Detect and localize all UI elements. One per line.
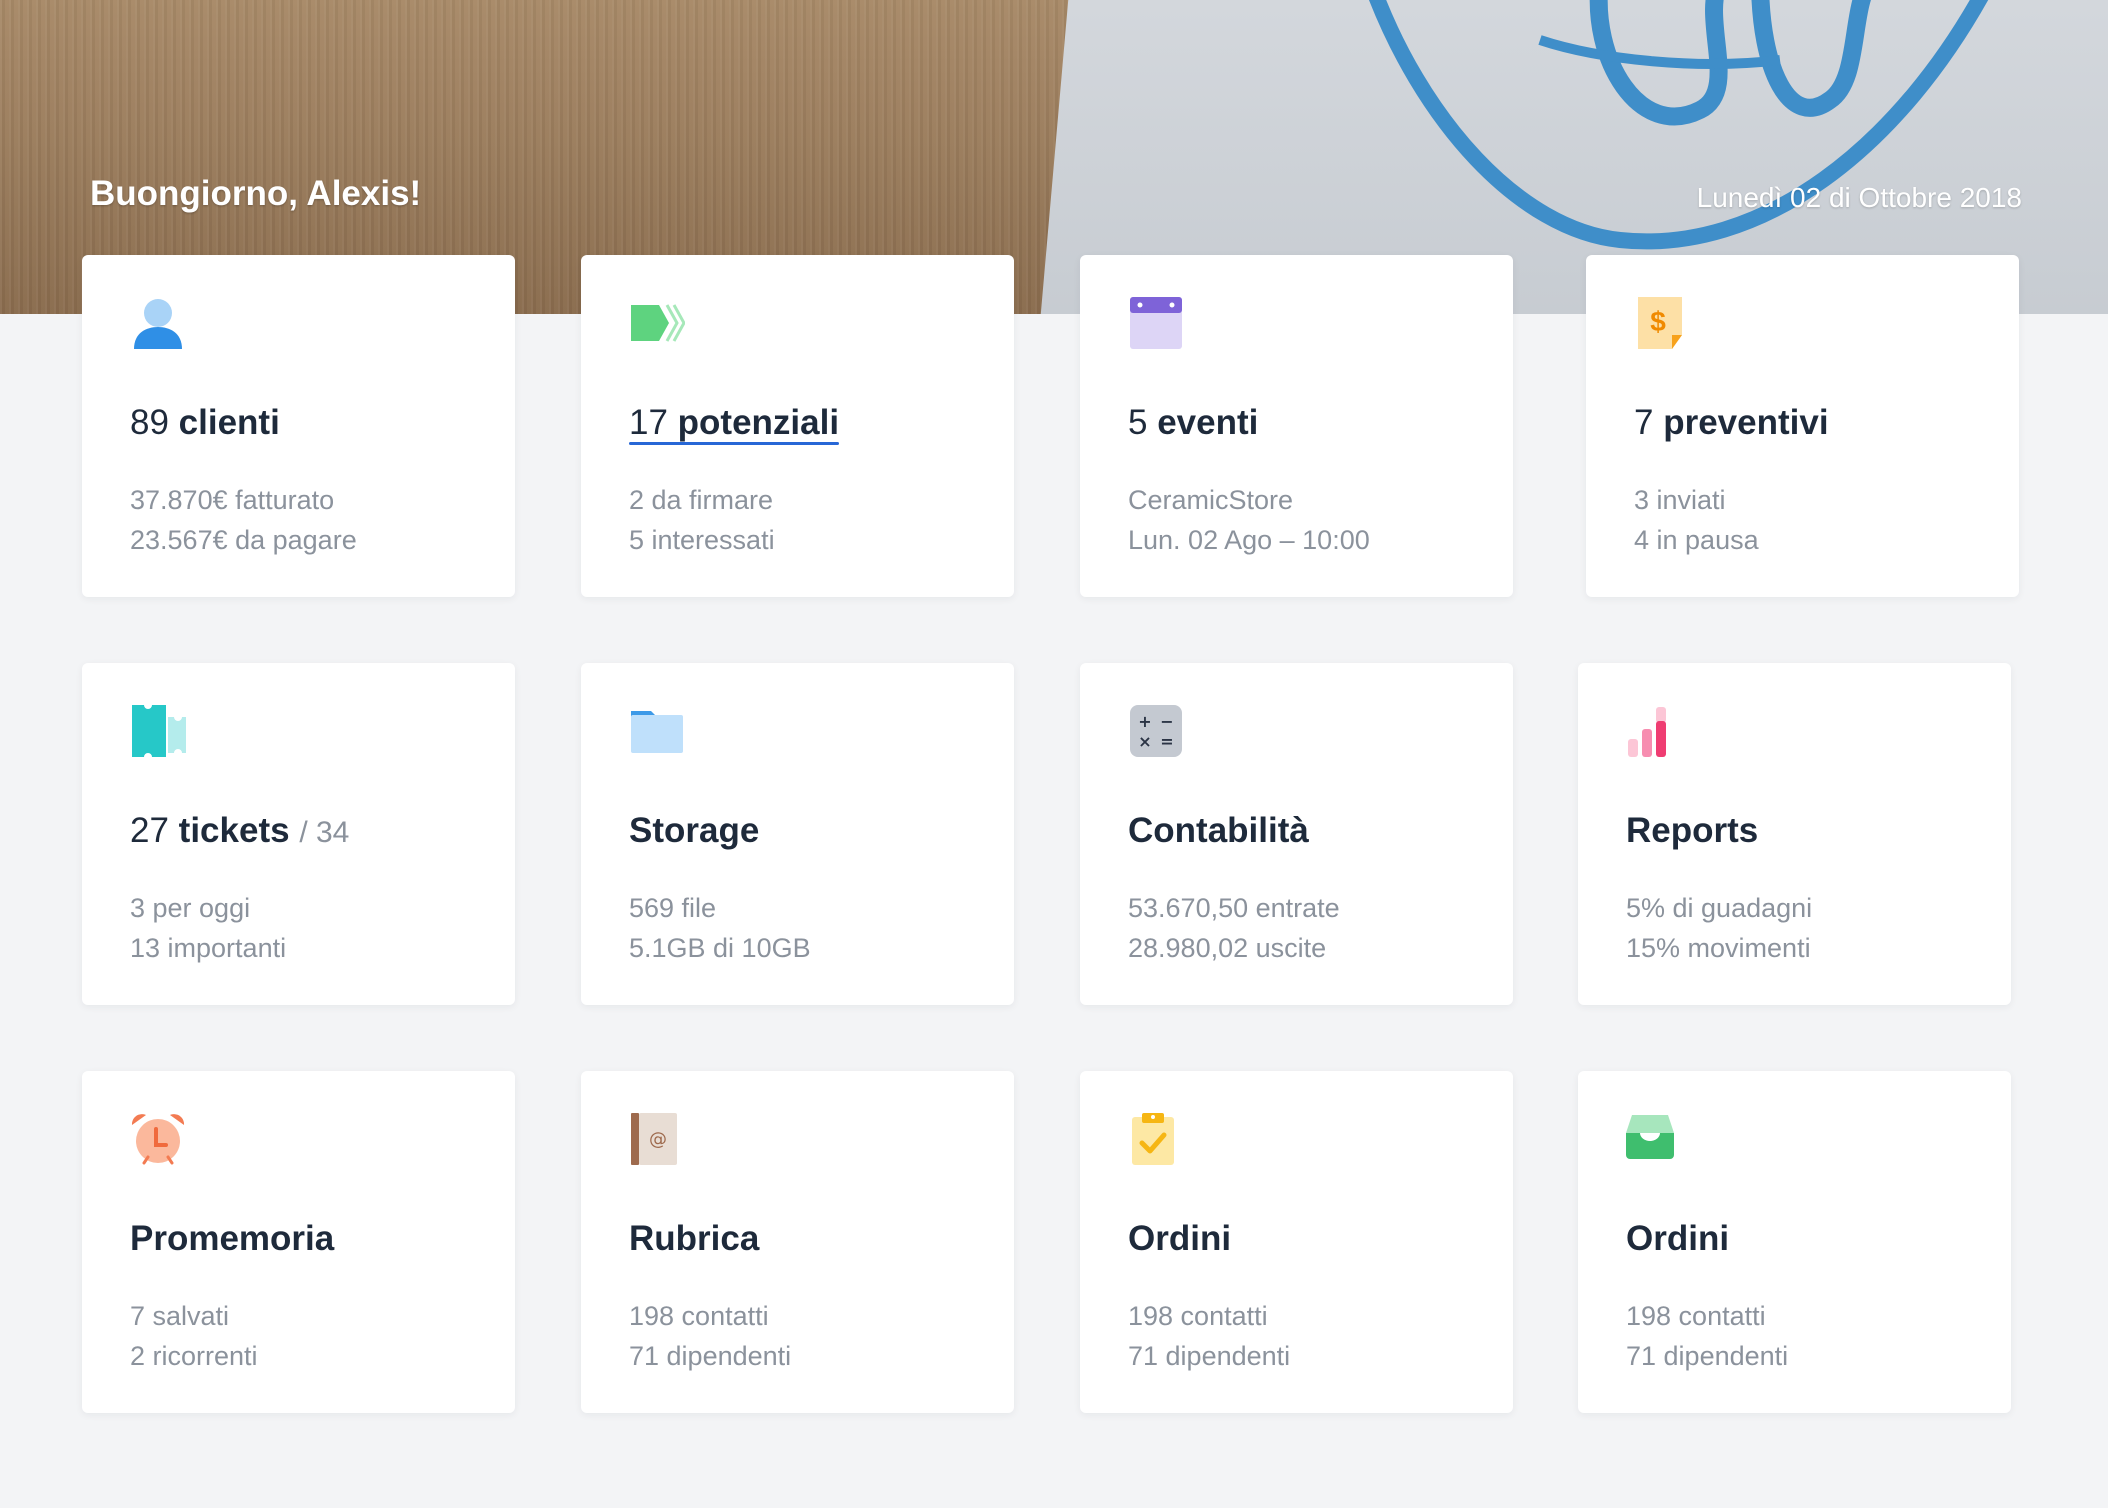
card-detail: 23.567€ da pagare — [130, 525, 357, 555]
card-detail: 28.980,02 uscite — [1128, 933, 1327, 963]
card-clienti[interactable]: 89 clienti 37.870€ fatturato 23.567€ da … — [82, 255, 515, 597]
card-count: 27 — [130, 811, 169, 850]
card-detail: 2 da firmare — [629, 485, 774, 515]
card-ordini[interactable]: Ordini 198 contatti 71 dipendenti — [1080, 1071, 1513, 1413]
card-title[interactable]: 17 potenziali — [629, 403, 840, 445]
svg-text:=: = — [1160, 732, 1173, 751]
card-label: eventi — [1157, 403, 1259, 442]
card-detail: 71 dipendenti — [629, 1341, 792, 1371]
card-detail: CeramicStore — [1128, 485, 1294, 515]
bar-chart-icon — [1628, 707, 1666, 757]
card-label: clienti — [178, 403, 280, 442]
card-label: Promemoria — [130, 1219, 335, 1258]
card-label: preventivi — [1663, 403, 1829, 442]
card-label: Rubrica — [629, 1219, 760, 1258]
user-icon — [134, 299, 182, 349]
inbox-tray-icon — [1626, 1115, 1674, 1159]
card-detail: 71 dipendenti — [1626, 1341, 1789, 1371]
card-label: potenziali — [677, 403, 840, 442]
greeting: Buongiorno, Alexis! — [90, 174, 422, 213]
card-potenziali[interactable]: 17 potenziali 2 da firmare 5 interessati — [581, 255, 1014, 597]
card-title: 7 preventivi — [1634, 403, 1829, 443]
card-title: 89 clienti — [130, 403, 280, 443]
card-detail: 569 file — [629, 893, 717, 923]
card-total: / 34 — [299, 816, 350, 849]
card-detail: 7 salvati — [130, 1301, 230, 1331]
card-rubrica[interactable]: @ Rubrica 198 contatti 71 dipendenti — [581, 1071, 1014, 1413]
card-label: Storage — [629, 811, 760, 850]
card-detail: 13 importanti — [130, 933, 287, 963]
tag-icon — [631, 304, 685, 342]
card-detail: 15% movimenti — [1626, 933, 1811, 963]
svg-text:@: @ — [649, 1129, 667, 1150]
card-detail: 37.870€ fatturato — [130, 485, 335, 515]
card-count: 89 — [130, 403, 169, 442]
card-detail: 2 ricorrenti — [130, 1341, 258, 1371]
invoice-icon: $ — [1638, 297, 1682, 349]
current-date: Lunedì 02 di Ottobre 2018 — [1696, 182, 2022, 213]
card-contabilita[interactable]: + − × = Contabilità 53.670,50 entrate 28… — [1080, 663, 1513, 1005]
card-title: Storage — [629, 811, 759, 851]
card-detail: 5 interessati — [629, 525, 775, 555]
card-detail: 4 in pausa — [1634, 525, 1759, 555]
card-title: Promemoria — [130, 1219, 334, 1259]
card-label: Reports — [1626, 811, 1759, 850]
card-eventi[interactable]: 5 eventi CeramicStore Lun. 02 Ago – 10:0… — [1080, 255, 1513, 597]
card-detail: 3 inviati — [1634, 485, 1726, 515]
svg-text:$: $ — [1650, 306, 1666, 337]
card-detail: 53.670,50 entrate — [1128, 893, 1340, 923]
ticket-icon — [132, 705, 186, 757]
calculator-icon: + − × = — [1130, 705, 1182, 757]
card-title: Ordini — [1128, 1219, 1231, 1259]
svg-text:−: − — [1160, 712, 1173, 731]
card-label: tickets — [178, 811, 290, 850]
alarm-clock-icon — [131, 1114, 185, 1165]
folder-icon — [631, 711, 683, 753]
card-detail: 3 per oggi — [130, 893, 251, 923]
card-label: Ordini — [1626, 1219, 1730, 1258]
card-detail: 198 contatti — [1128, 1301, 1268, 1331]
card-title: Contabilità — [1128, 811, 1309, 851]
card-label: Ordini — [1128, 1219, 1232, 1258]
card-preventivi[interactable]: $ 7 preventivi 3 inviati 4 in pausa — [1586, 255, 2019, 597]
card-ordini-2[interactable]: Ordini 198 contatti 71 dipendenti — [1578, 1071, 2011, 1413]
card-detail: 5% di guadagni — [1626, 893, 1813, 923]
card-count: 17 — [629, 403, 668, 442]
card-tickets[interactable]: 27 tickets / 34 3 per oggi 13 importanti — [82, 663, 515, 1005]
card-title: 27 tickets / 34 — [130, 811, 349, 851]
calendar-icon — [1130, 297, 1182, 349]
card-title: Ordini — [1626, 1219, 1729, 1259]
card-title: Reports — [1626, 811, 1758, 851]
svg-text:+: + — [1138, 712, 1151, 731]
card-label: Contabilità — [1128, 811, 1309, 850]
card-detail: Lun. 02 Ago – 10:00 — [1128, 525, 1370, 555]
address-book-icon: @ — [631, 1113, 677, 1165]
card-detail: 71 dipendenti — [1128, 1341, 1291, 1371]
card-reports[interactable]: Reports 5% di guadagni 15% movimenti — [1578, 663, 2011, 1005]
card-title: Rubrica — [629, 1219, 759, 1259]
card-title: 5 eventi — [1128, 403, 1258, 443]
card-storage[interactable]: Storage 569 file 5.1GB di 10GB — [581, 663, 1014, 1005]
svg-text:×: × — [1138, 732, 1151, 751]
card-detail: 198 contatti — [629, 1301, 769, 1331]
card-promemoria[interactable]: Promemoria 7 salvati 2 ricorrenti — [82, 1071, 515, 1413]
card-count: 7 — [1634, 403, 1654, 442]
card-detail: 198 contatti — [1626, 1301, 1766, 1331]
clipboard-check-icon — [1132, 1113, 1174, 1165]
card-count: 5 — [1128, 403, 1148, 442]
card-detail: 5.1GB di 10GB — [629, 933, 811, 963]
